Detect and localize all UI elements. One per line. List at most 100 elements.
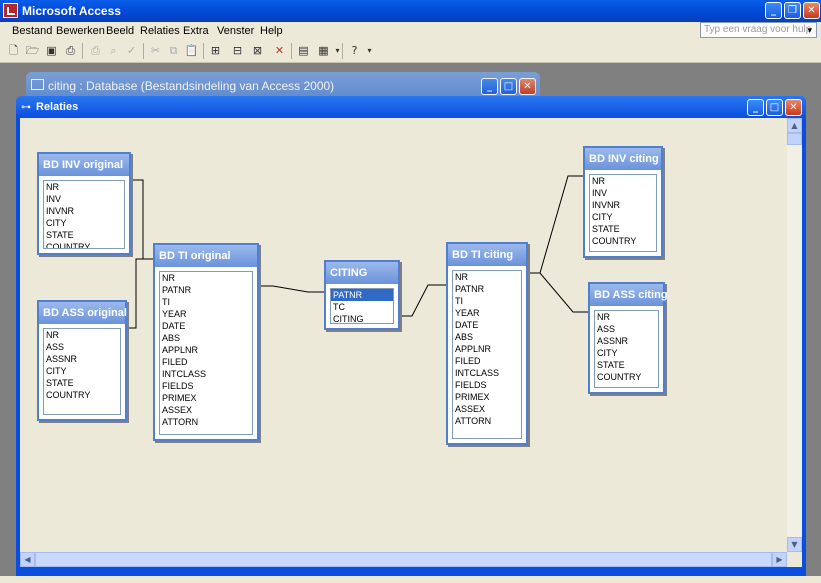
print-icon[interactable]: ⎙ <box>88 43 103 58</box>
field-item[interactable]: ATTORN <box>453 415 521 427</box>
paste-icon[interactable]: 📋 <box>184 43 199 58</box>
menu-venster[interactable]: Venster <box>217 25 254 37</box>
field-item[interactable]: NR <box>44 181 124 193</box>
field-item[interactable]: STATE <box>44 229 124 241</box>
field-item[interactable]: INVNR <box>590 199 656 211</box>
field-item[interactable]: PATNR <box>160 284 252 296</box>
field-item[interactable]: ASSEX <box>453 403 521 415</box>
field-item[interactable]: APPLNR <box>160 344 252 356</box>
field-item[interactable]: PATNR <box>453 283 521 295</box>
scroll-left-icon[interactable]: ◀ <box>20 552 35 567</box>
relations-title-bar[interactable]: ⊶ Relaties _ □ ✕ <box>16 96 806 118</box>
copy-icon[interactable]: ⧉ <box>166 43 181 58</box>
save-icon[interactable]: ▣ <box>44 43 59 58</box>
horizontal-scrollbar[interactable]: ◀ ▶ <box>20 552 787 567</box>
table-bd-ti-original[interactable]: BD TI original NR PATNR TI YEAR DATE ABS… <box>153 243 259 441</box>
field-item[interactable]: FIELDS <box>160 380 252 392</box>
field-item[interactable]: ATTORN <box>160 416 252 428</box>
print-preview-disabled-icon[interactable]: ⌕ <box>106 43 121 58</box>
field-item[interactable]: APPLNR <box>453 343 521 355</box>
minimize-db-button[interactable]: _ <box>481 78 498 95</box>
field-item[interactable]: FILED <box>160 356 252 368</box>
scroll-thumb[interactable] <box>35 552 772 567</box>
field-item[interactable]: DATE <box>453 319 521 331</box>
show-all-icon[interactable]: ⊠ <box>250 43 265 58</box>
menu-bestand[interactable]: Bestand <box>12 25 52 37</box>
toolbar-options-icon[interactable]: ▾ <box>362 43 377 58</box>
relationship-line-inv-citing[interactable] <box>526 175 583 274</box>
table-bd-ti-citing[interactable]: BD TI citing NR PATNR TI YEAR DATE ABS A… <box>446 242 528 445</box>
size-grip[interactable] <box>787 552 802 567</box>
scroll-thumb[interactable] <box>787 133 802 145</box>
close-db-button[interactable]: ✕ <box>519 78 536 95</box>
table-title[interactable]: BD ASS citing <box>590 284 668 306</box>
field-item[interactable]: STATE <box>590 223 656 235</box>
field-item[interactable]: TC <box>331 301 393 313</box>
field-item[interactable]: ASSEX <box>160 404 252 416</box>
table-title[interactable]: BD TI original <box>155 245 257 267</box>
relationship-line-ass-original[interactable] <box>125 258 153 329</box>
field-item[interactable]: ASSNR <box>595 335 658 347</box>
close-relations-button[interactable]: ✕ <box>785 99 802 116</box>
table-title[interactable]: BD INV original <box>39 154 129 176</box>
table-title[interactable]: CITING <box>326 262 398 284</box>
field-item[interactable]: INTCLASS <box>160 368 252 380</box>
print-preview-icon[interactable]: ⎙ <box>63 43 78 58</box>
menu-relaties[interactable]: Relaties <box>140 25 180 37</box>
table-bd-ass-original[interactable]: BD ASS original NR ASS ASSNR CITY STATE … <box>37 300 127 421</box>
field-item[interactable]: COUNTRY <box>44 389 120 401</box>
database-window-icon[interactable]: ▤ <box>296 43 311 58</box>
field-item[interactable]: CITY <box>595 347 658 359</box>
access-app-icon[interactable] <box>3 3 18 18</box>
relationship-line-citing-ti-citing[interactable] <box>398 284 446 317</box>
new-icon[interactable]: 🗋 <box>6 43 21 58</box>
field-item[interactable]: NR <box>160 272 252 284</box>
table-citing[interactable]: CITING PATNR TC CITING <box>324 260 400 330</box>
cut-icon[interactable]: ✂ <box>148 43 163 58</box>
field-item[interactable]: NR <box>453 271 521 283</box>
field-item[interactable]: PRIMEX <box>453 391 521 403</box>
table-bd-inv-citing[interactable]: BD INV citing NR INV INVNR CITY STATE CO… <box>583 146 663 258</box>
field-item[interactable]: COUNTRY <box>595 371 658 383</box>
field-item[interactable]: INVNR <box>44 205 124 217</box>
help-icon[interactable]: ? <box>347 43 362 58</box>
scroll-down-icon[interactable]: ▼ <box>787 537 802 552</box>
help-question-input[interactable]: Typ een vraag voor hulp ▾ <box>700 22 817 38</box>
field-item[interactable]: ABS <box>160 332 252 344</box>
new-object-icon[interactable]: ▦ <box>316 43 331 58</box>
table-title[interactable]: BD INV citing <box>585 148 661 170</box>
vertical-scrollbar[interactable]: ▲ ▼ <box>787 118 802 552</box>
menu-extra[interactable]: Extra <box>183 25 209 37</box>
table-bd-inv-original[interactable]: BD INV original NR INV INVNR CITY STATE … <box>37 152 131 255</box>
scroll-up-icon[interactable]: ▲ <box>787 118 802 133</box>
field-item[interactable]: ABS <box>453 331 521 343</box>
close-app-button[interactable]: ✕ <box>803 2 820 19</box>
menu-beeld[interactable]: Beeld <box>106 25 134 37</box>
field-item[interactable]: STATE <box>595 359 658 371</box>
show-direct-icon[interactable]: ⊟ <box>230 43 245 58</box>
field-item[interactable]: STATE <box>44 377 120 389</box>
minimize-relations-button[interactable]: _ <box>747 99 764 116</box>
table-title[interactable]: BD ASS original <box>39 302 127 324</box>
field-item[interactable]: ASS <box>44 341 120 353</box>
show-table-icon[interactable]: ⊞ <box>208 43 223 58</box>
scroll-right-icon[interactable]: ▶ <box>772 552 787 567</box>
field-item[interactable]: COUNTRY <box>590 235 656 247</box>
field-item[interactable]: CITY <box>44 365 120 377</box>
field-item[interactable]: CITY <box>44 217 124 229</box>
field-item[interactable]: NR <box>590 175 656 187</box>
menu-help[interactable]: Help <box>260 25 283 37</box>
field-item[interactable]: NR <box>44 329 120 341</box>
field-item[interactable]: NR <box>595 311 658 323</box>
field-item[interactable]: COUNTRY <box>44 241 124 248</box>
spelling-icon[interactable]: ✓ <box>124 43 139 58</box>
field-item[interactable]: CITING <box>331 313 393 323</box>
relationship-line-ass-citing[interactable] <box>526 272 588 313</box>
field-item[interactable]: PRIMEX <box>160 392 252 404</box>
minimize-app-button[interactable]: _ <box>765 2 782 19</box>
delete-icon[interactable]: ✕ <box>272 43 287 58</box>
field-item[interactable]: ASS <box>595 323 658 335</box>
field-item[interactable]: INV <box>590 187 656 199</box>
field-item[interactable]: DATE <box>160 320 252 332</box>
field-item[interactable]: ASSNR <box>44 353 120 365</box>
